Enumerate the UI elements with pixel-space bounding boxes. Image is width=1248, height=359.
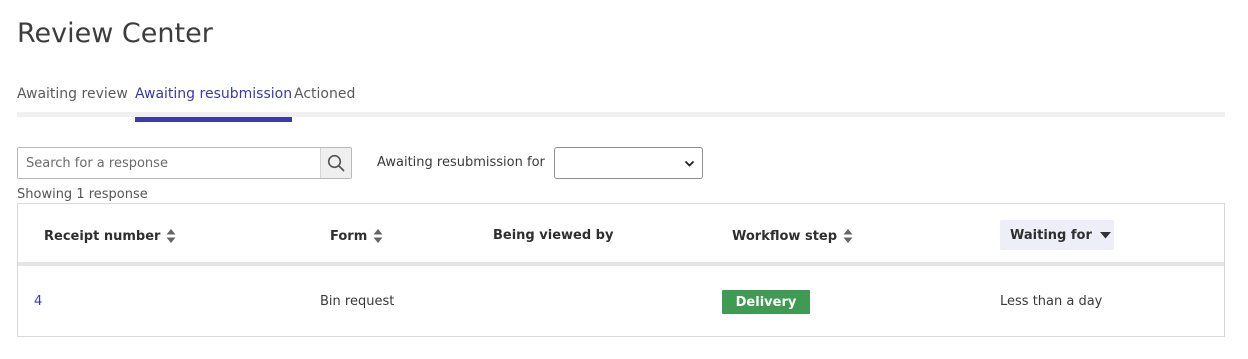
column-header-label: Form	[330, 228, 368, 244]
search-button[interactable]	[320, 148, 351, 178]
column-header-label: Workflow step	[732, 228, 838, 244]
search-icon	[327, 154, 345, 172]
tab-bar: Awaiting review Awaiting resubmission Ac…	[17, 86, 1225, 122]
column-header-label: Receipt number	[44, 228, 161, 244]
results-count: Showing 1 response	[17, 187, 148, 202]
sort-icon	[373, 229, 383, 243]
tab-awaiting-review[interactable]: Awaiting review	[17, 86, 128, 117]
chevron-down-icon	[684, 160, 695, 167]
column-header-receipt-number[interactable]: Receipt number	[44, 228, 176, 244]
tab-awaiting-resubmission[interactable]: Awaiting resubmission	[135, 86, 293, 122]
receipt-number-link[interactable]: 4	[34, 294, 42, 309]
sort-icon	[843, 229, 853, 243]
table-header: Receipt number Form Being viewed by Work…	[18, 204, 1224, 266]
workflow-step-badge: Delivery	[722, 290, 810, 314]
awaiting-resubmission-select[interactable]	[554, 147, 703, 179]
search-box	[17, 147, 352, 179]
tab-actioned[interactable]: Actioned	[294, 86, 355, 117]
caret-down-icon	[1099, 231, 1111, 238]
column-header-label: Being viewed by	[493, 228, 614, 243]
column-header-workflow-step[interactable]: Workflow step	[732, 228, 853, 244]
filter-label: Awaiting resubmission for	[377, 155, 545, 170]
table-row: 4 Bin request Delivery Less than a day	[18, 270, 1224, 336]
column-header-waiting-for[interactable]: Waiting for	[1000, 220, 1114, 250]
column-header-being-viewed-by: Being viewed by	[493, 228, 613, 243]
waiting-for-cell: Less than a day	[1000, 294, 1103, 309]
sort-icon	[166, 229, 176, 243]
form-cell: Bin request	[320, 294, 395, 309]
search-input[interactable]	[18, 148, 320, 178]
responses-table: Receipt number Form Being viewed by Work…	[17, 203, 1225, 337]
page-title: Review Center	[17, 18, 213, 49]
column-header-label: Waiting for	[1010, 227, 1092, 243]
column-header-form[interactable]: Form	[330, 228, 383, 244]
